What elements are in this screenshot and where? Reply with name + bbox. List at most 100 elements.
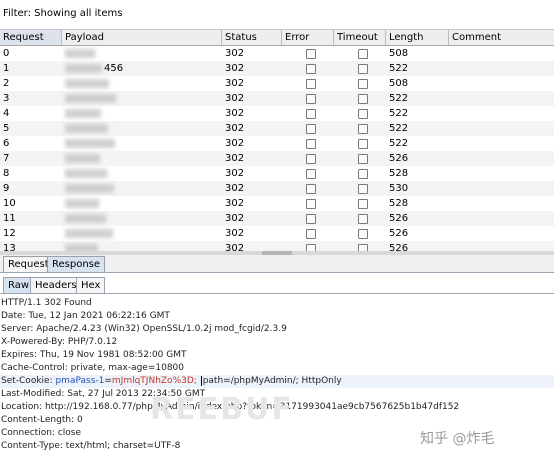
column-header-payload[interactable]: Payload (62, 30, 222, 45)
filter-bar[interactable]: Filter: Showing all items (0, 0, 554, 30)
payload-cell (62, 76, 222, 91)
status-cell: 302 (225, 78, 245, 89)
error-cell (282, 151, 334, 166)
length-cell: 508 (389, 78, 409, 89)
tab-hex[interactable]: Hex (76, 277, 106, 293)
payload-cell (62, 136, 222, 151)
error-cell (282, 136, 334, 151)
payload-cell (62, 226, 222, 241)
payload-cell (62, 181, 222, 196)
status-cell: 302 (225, 183, 245, 194)
error-cell (282, 91, 334, 106)
table-header: Request Payload Status Error Timeout Len… (0, 30, 554, 46)
status-cell: 302 (225, 228, 245, 239)
comment-cell (449, 196, 554, 211)
payload-cell (62, 121, 222, 136)
payload-cell (62, 151, 222, 166)
status-cell: 302 (225, 93, 245, 104)
cookie-suffix: path=/phpMyAdmin/; HttpOnly (202, 376, 342, 386)
timeout-checkbox (358, 154, 368, 164)
column-header-status[interactable]: Status (222, 30, 282, 45)
table-row[interactable]: 12 302 526 (0, 226, 554, 241)
timeout-cell (334, 46, 386, 61)
table-row[interactable]: 0 302 508 (0, 46, 554, 61)
status-cell: 302 (225, 138, 245, 149)
timeout-checkbox (358, 79, 368, 89)
table-row[interactable]: 3 302 522 (0, 91, 554, 106)
column-header-timeout[interactable]: Timeout (334, 30, 386, 45)
timeout-cell (334, 91, 386, 106)
column-header-error[interactable]: Error (282, 30, 334, 45)
error-cell (282, 76, 334, 91)
redacted-payload (65, 108, 101, 118)
redacted-payload (65, 168, 107, 178)
tab-headers[interactable]: Headers (30, 277, 82, 293)
status-cell: 302 (225, 198, 245, 209)
error-cell (282, 226, 334, 241)
comment-cell (449, 166, 554, 181)
error-cell (282, 106, 334, 121)
redacted-payload (65, 183, 114, 193)
request-number-cell: 7 (3, 153, 10, 164)
timeout-checkbox (358, 139, 368, 149)
table-row[interactable]: 2 302 508 (0, 76, 554, 91)
message-view-tabbar: Raw Headers Hex (0, 276, 554, 294)
request-number-cell: 2 (3, 78, 10, 89)
table-row[interactable]: 5 302 522 (0, 121, 554, 136)
table-row[interactable]: 9 302 530 (0, 181, 554, 196)
request-number-cell: 8 (3, 168, 10, 179)
tab-response[interactable]: Response (47, 256, 106, 272)
error-checkbox (306, 199, 316, 209)
table-row[interactable]: 8 302 528 (0, 166, 554, 181)
error-checkbox (306, 94, 316, 104)
set-cookie-prefix: Set-Cookie: (1, 376, 56, 386)
timeout-checkbox (358, 214, 368, 224)
table-row[interactable]: 1 456 302 522 (0, 61, 554, 76)
status-cell: 302 (225, 213, 245, 224)
redacted-payload (65, 48, 95, 58)
watermark-freebuf: REEBUF (150, 392, 294, 427)
redacted-payload (65, 78, 109, 88)
payload-cell (62, 46, 222, 61)
timeout-checkbox (358, 199, 368, 209)
column-header-comment[interactable]: Comment (449, 30, 554, 45)
table-row[interactable]: 7 302 526 (0, 151, 554, 166)
timeout-cell (334, 196, 386, 211)
column-header-length[interactable]: Length (386, 30, 449, 45)
filter-label: Filter: Showing all items (3, 8, 123, 19)
error-checkbox (306, 229, 316, 239)
request-number-cell: 11 (3, 213, 16, 224)
timeout-cell (334, 211, 386, 226)
status-cell: 302 (225, 48, 245, 59)
timeout-cell (334, 151, 386, 166)
error-cell (282, 166, 334, 181)
column-header-request[interactable]: Request (0, 30, 62, 45)
timeout-checkbox (358, 169, 368, 179)
error-cell (282, 211, 334, 226)
table-row[interactable]: 4 302 522 (0, 106, 554, 121)
timeout-cell (334, 76, 386, 91)
comment-cell (449, 136, 554, 151)
error-checkbox (306, 79, 316, 89)
response-line: HTTP/1.1 302 Found (1, 298, 92, 308)
timeout-cell (334, 181, 386, 196)
timeout-cell (334, 121, 386, 136)
request-number-cell: 3 (3, 93, 10, 104)
payload-cell (62, 196, 222, 211)
table-row[interactable]: 11 302 526 (0, 211, 554, 226)
table-row[interactable]: 10 302 528 (0, 196, 554, 211)
redacted-payload (65, 198, 99, 208)
request-number-cell: 6 (3, 138, 10, 149)
redacted-payload (65, 93, 116, 103)
table-row[interactable]: 6 302 522 (0, 136, 554, 151)
redacted-payload (65, 228, 113, 238)
length-cell: 522 (389, 63, 409, 74)
comment-cell (449, 151, 554, 166)
response-line: X-Powered-By: PHP/7.0.12 (1, 337, 118, 347)
length-cell: 528 (389, 168, 409, 179)
error-cell (282, 181, 334, 196)
error-checkbox (306, 139, 316, 149)
comment-cell (449, 46, 554, 61)
payload-cell (62, 91, 222, 106)
length-cell: 522 (389, 123, 409, 134)
